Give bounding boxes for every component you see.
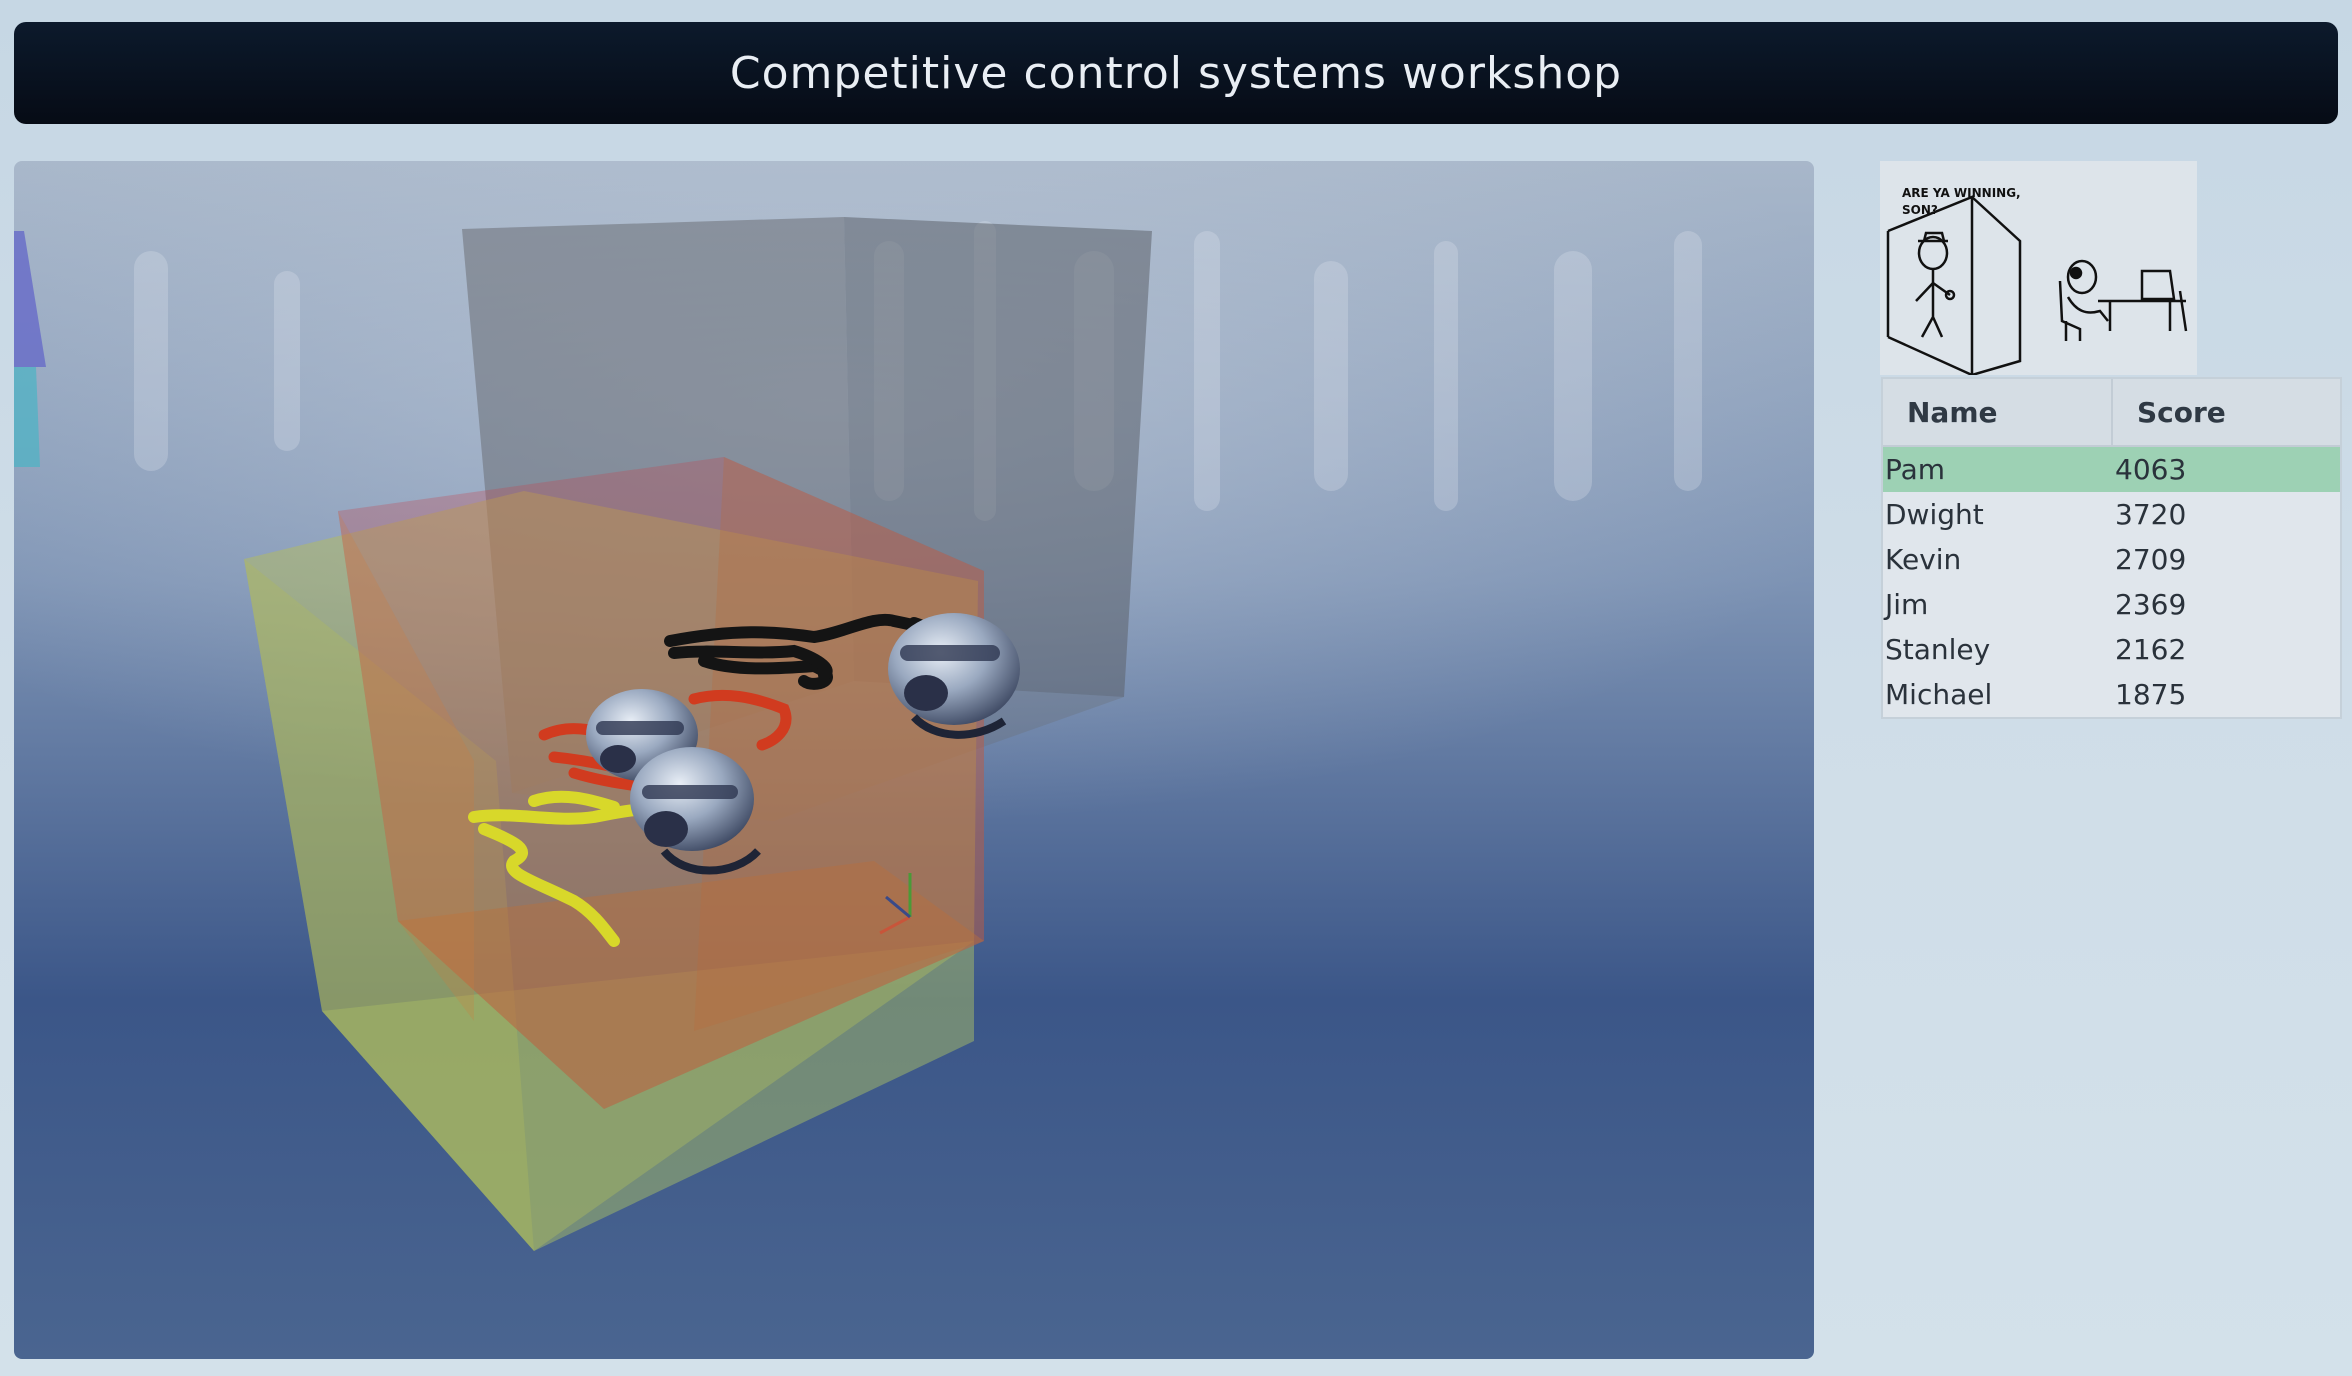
- player-name: Stanley: [1885, 633, 1991, 666]
- table-header: Name Score: [1883, 379, 2340, 447]
- meme-image: ARE YA WINNING, SON?: [1880, 161, 2197, 377]
- meme-drawing: ARE YA WINNING, SON?: [1880, 161, 2197, 377]
- meme-caption-line1: ARE YA WINNING,: [1902, 186, 2021, 200]
- column-header-score[interactable]: Score: [2113, 379, 2340, 445]
- player-name: Pam: [1885, 453, 1946, 486]
- title-bar: Competitive control systems workshop: [14, 22, 2338, 124]
- player-score: 1875: [2115, 678, 2187, 711]
- player-score: 3720: [2115, 498, 2187, 531]
- player-score: 2709: [2115, 543, 2187, 576]
- table-row: Pam 4063: [1883, 447, 2340, 492]
- player-score: 4063: [2115, 453, 2187, 486]
- column-header-name[interactable]: Name: [1883, 379, 2113, 445]
- table-row: Stanley 2162: [1883, 627, 2340, 672]
- table-row: Michael 1875: [1883, 672, 2340, 717]
- scene-canvas[interactable]: [14, 161, 1814, 1359]
- 3d-viewport[interactable]: [14, 161, 1814, 1359]
- player-name: Michael: [1885, 678, 1993, 711]
- player-name: Kevin: [1885, 543, 1962, 576]
- player-name: Jim: [1885, 588, 1929, 621]
- meme-caption-line2: SON?: [1902, 203, 1938, 217]
- table-row: Kevin 2709: [1883, 537, 2340, 582]
- player-score: 2162: [2115, 633, 2187, 666]
- player-score: 2369: [2115, 588, 2187, 621]
- offscreen-cyan-shape: [14, 367, 40, 467]
- table-row: Jim 2369: [1883, 582, 2340, 627]
- table-row: Dwight 3720: [1883, 492, 2340, 537]
- page-title: Competitive control systems workshop: [729, 47, 1623, 99]
- leaderboard-table: Name Score Pam 4063 Dwight 3720 Kevin 27…: [1881, 377, 2342, 719]
- player-name: Dwight: [1885, 498, 1984, 531]
